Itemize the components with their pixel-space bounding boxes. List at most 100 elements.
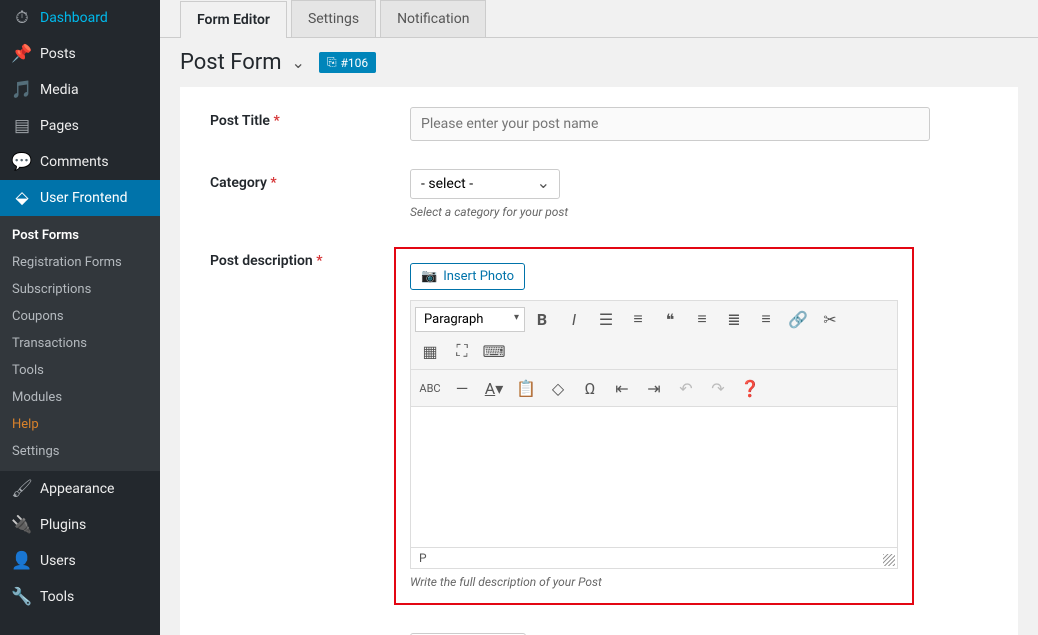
submenu-modules[interactable]: Modules: [0, 384, 160, 411]
editor-toolbar-2: ABC — A▾ 📋 ◇ Ω ⇤ ⇥ ↶ ↷ ❓: [411, 370, 897, 407]
bullet-list-button[interactable]: ☰: [591, 305, 621, 333]
hr-button[interactable]: —: [447, 374, 477, 402]
form-panel: Post Title * Category * - select -: [180, 87, 1018, 635]
strikethrough-button[interactable]: ABC: [415, 374, 445, 402]
category-hint: Select a category for your post: [410, 205, 930, 219]
content-scroll[interactable]: Post Title * Category * - select -: [160, 87, 1038, 635]
main-content: Form Editor Settings Notification Post F…: [160, 0, 1038, 635]
rich-text-editor: Paragraph B I ☰ ≡ ❝ ≡ ≣ ≡: [410, 300, 898, 569]
editor-toolbar-1: Paragraph B I ☰ ≡ ❝ ≡ ≣ ≡: [411, 301, 897, 370]
indent-button[interactable]: ⇥: [639, 374, 669, 402]
keyboard-button[interactable]: ⌨: [479, 337, 509, 365]
copy-icon: ⎘: [327, 55, 337, 70]
dashboard-icon: ⏱: [12, 8, 32, 28]
sidebar-item-users[interactable]: 👤 Users: [0, 543, 160, 579]
blockquote-button[interactable]: ❝: [655, 305, 685, 333]
sidebar-item-tools[interactable]: 🔧 Tools: [0, 579, 160, 615]
form-header: Post Form ⌄ ⎘ #106: [160, 38, 1038, 87]
label-description: Post description *: [210, 247, 410, 269]
numbered-list-button[interactable]: ≡: [623, 305, 653, 333]
pin-icon: 📌: [12, 44, 32, 64]
submenu-coupons[interactable]: Coupons: [0, 303, 160, 330]
photo-icon: 📷: [421, 269, 437, 284]
sidebar-label: Users: [40, 553, 76, 569]
category-select[interactable]: - select -: [410, 169, 560, 199]
align-right-button[interactable]: ≡: [751, 305, 781, 333]
field-description: Post description * 📷 Insert Photo Parag: [210, 247, 988, 605]
text-color-button[interactable]: A▾: [479, 374, 509, 402]
sidebar-item-posts[interactable]: 📌 Posts: [0, 36, 160, 72]
bold-button[interactable]: B: [527, 305, 557, 333]
post-title-input[interactable]: [410, 107, 930, 141]
chevron-down-icon[interactable]: ⌄: [292, 53, 305, 72]
sidebar-label: Posts: [40, 46, 76, 62]
submenu-help[interactable]: Help: [0, 411, 160, 438]
user-icon: 👤: [12, 551, 32, 571]
sidebar-item-user-frontend[interactable]: ⬙ User Frontend: [0, 180, 160, 216]
sidebar-item-media[interactable]: 🎵 Media: [0, 72, 160, 108]
label-category: Category *: [210, 169, 410, 191]
tab-form-editor[interactable]: Form Editor: [180, 1, 287, 38]
editor-textarea[interactable]: [411, 407, 897, 547]
help-button[interactable]: ❓: [735, 374, 765, 402]
sidebar-item-comments[interactable]: 💬 Comments: [0, 144, 160, 180]
more-button[interactable]: ▦: [415, 337, 445, 365]
plug-icon: 🔌: [12, 515, 32, 535]
tab-settings[interactable]: Settings: [291, 0, 376, 37]
sidebar-label: User Frontend: [40, 190, 127, 206]
sidebar-label: Comments: [40, 154, 109, 170]
sidebar-label: Dashboard: [40, 10, 108, 26]
paste-button[interactable]: 📋: [511, 374, 541, 402]
tabs: Form Editor Settings Notification: [160, 0, 1038, 38]
link-button[interactable]: 🔗: [783, 305, 813, 333]
required-mark: *: [316, 253, 322, 269]
submenu: Post Forms Registration Forms Subscripti…: [0, 216, 160, 471]
description-highlight: 📷 Insert Photo Paragraph B: [394, 247, 914, 605]
label-post-title: Post Title *: [210, 107, 410, 129]
submenu-registration-forms[interactable]: Registration Forms: [0, 249, 160, 276]
field-post-title: Post Title *: [210, 107, 988, 141]
fullscreen-button[interactable]: ⛶: [447, 337, 477, 365]
sidebar-label: Plugins: [40, 517, 86, 533]
required-mark: *: [273, 113, 279, 129]
comment-icon: 💬: [12, 152, 32, 172]
outdent-button[interactable]: ⇤: [607, 374, 637, 402]
wrench-icon: 🔧: [12, 587, 32, 607]
description-hint: Write the full description of your Post: [410, 575, 898, 589]
sidebar-label: Pages: [40, 118, 79, 134]
special-char-button[interactable]: Ω: [575, 374, 605, 402]
sidebar-item-pages[interactable]: ▤ Pages: [0, 108, 160, 144]
submenu-post-forms[interactable]: Post Forms: [0, 222, 160, 249]
align-center-button[interactable]: ≣: [719, 305, 749, 333]
resize-handle[interactable]: [883, 554, 895, 566]
sidebar-label: Appearance: [40, 481, 114, 497]
admin-sidebar: ⏱ Dashboard 📌 Posts 🎵 Media ▤ Pages 💬 Co…: [0, 0, 160, 635]
redo-button[interactable]: ↷: [703, 374, 733, 402]
form-id-badge[interactable]: ⎘ #106: [319, 52, 376, 73]
submenu-transactions[interactable]: Transactions: [0, 330, 160, 357]
editor-path: P: [411, 547, 897, 568]
submenu-tools[interactable]: Tools: [0, 357, 160, 384]
insert-photo-button[interactable]: 📷 Insert Photo: [410, 263, 525, 290]
page-icon: ▤: [12, 116, 32, 136]
user-frontend-icon: ⬙: [12, 188, 32, 208]
sidebar-label: Tools: [40, 589, 74, 605]
submenu-settings[interactable]: Settings: [0, 438, 160, 465]
required-mark: *: [270, 175, 276, 191]
sidebar-item-plugins[interactable]: 🔌 Plugins: [0, 507, 160, 543]
italic-button[interactable]: I: [559, 305, 589, 333]
sidebar-item-appearance[interactable]: 🖌 Appearance: [0, 471, 160, 507]
sidebar-label: Media: [40, 82, 79, 98]
sidebar-item-dashboard[interactable]: ⏱ Dashboard: [0, 0, 160, 36]
form-title: Post Form: [180, 50, 282, 75]
unlink-button[interactable]: ✂: [815, 305, 845, 333]
clear-format-button[interactable]: ◇: [543, 374, 573, 402]
media-icon: 🎵: [12, 80, 32, 100]
tab-notification[interactable]: Notification: [380, 0, 486, 37]
undo-button[interactable]: ↶: [671, 374, 701, 402]
format-select[interactable]: Paragraph: [415, 307, 525, 332]
field-category: Category * - select - Select a category …: [210, 169, 988, 219]
brush-icon: 🖌: [12, 479, 32, 499]
submenu-subscriptions[interactable]: Subscriptions: [0, 276, 160, 303]
align-left-button[interactable]: ≡: [687, 305, 717, 333]
